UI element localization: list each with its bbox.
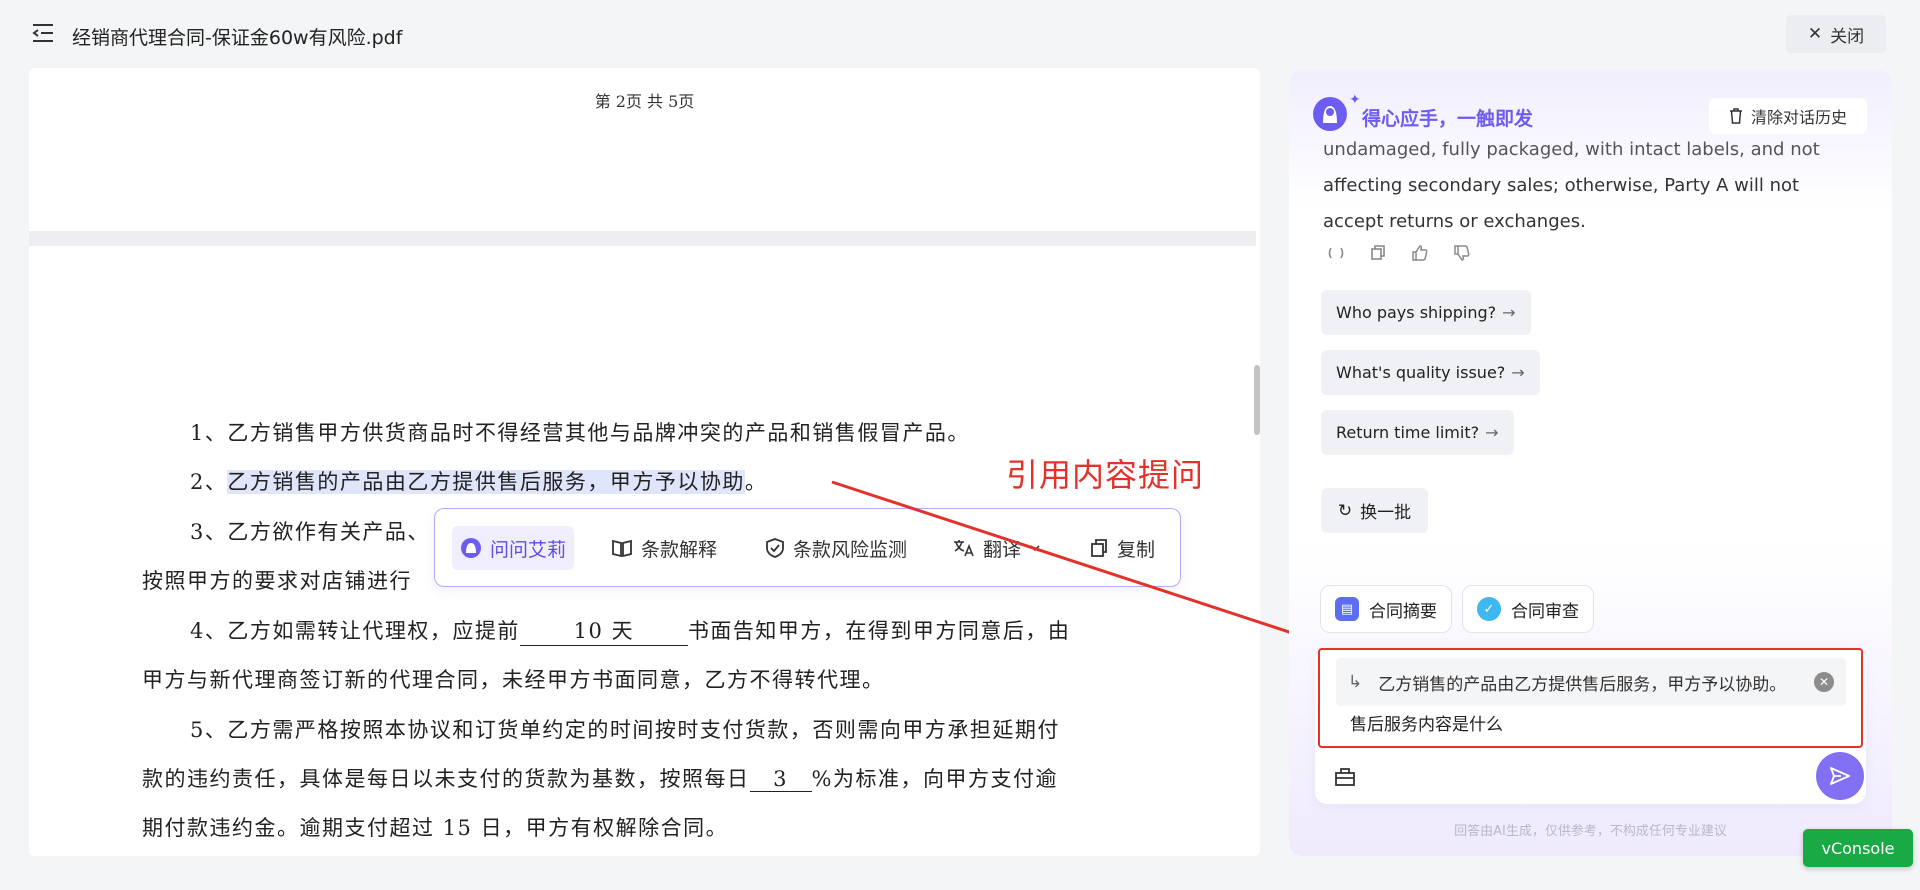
underlined-value: 3 — [749, 767, 812, 792]
contract-review-label: 合同审查 — [1511, 601, 1579, 622]
refresh-label: 换一批 — [1360, 503, 1412, 523]
clause-line: 2、乙方销售的产品由乙方提供售后服务，甲方予以协助。 — [190, 466, 767, 496]
suggestion-label: What's quality issue? — [1336, 363, 1506, 382]
suggestion-label: Return time limit? — [1336, 423, 1480, 442]
close-button[interactable]: ✕ 关闭 — [1786, 15, 1886, 53]
close-icon: ✕ — [1807, 24, 1823, 44]
clause-end: 。 — [744, 470, 768, 494]
clause-line: 按照甲方的要求对店铺进行 — [142, 569, 412, 593]
document-title: 经销商代理合同-保证金60w有风险.pdf — [72, 27, 403, 49]
refresh-suggestions-button[interactable]: ↻ 换一批 — [1321, 488, 1428, 533]
suggestion-chip[interactable]: Return time limit? → — [1321, 410, 1514, 455]
copy-icon[interactable] — [1369, 244, 1389, 264]
selected-text[interactable]: 乙方销售的产品由乙方提供售后服务，甲方予以协助 — [227, 470, 745, 494]
clause-risk-button[interactable]: 条款风险监测 — [757, 526, 915, 570]
vconsole-button[interactable]: vConsole — [1803, 829, 1913, 867]
menu-collapse-icon[interactable] — [31, 22, 55, 44]
chevron-down-icon — [1030, 545, 1040, 552]
clause-line: 3、乙方欲作有关产品、 — [190, 520, 430, 544]
clause-text: 书面告知甲方，在得到甲方同意后，由 — [687, 619, 1071, 643]
copy-button[interactable]: 复制 — [1081, 526, 1163, 570]
message-body: affecting secondary sales; otherwise, Pa… — [1323, 175, 1800, 232]
page-indicator: 第 2页 共 5页 — [594, 92, 695, 111]
clear-history-label: 清除对话历史 — [1750, 108, 1847, 127]
thumb-up-icon[interactable] — [1411, 244, 1431, 264]
ask-ai-button[interactable]: 问问艾莉 — [452, 526, 575, 570]
translate-label: 翻译 — [983, 538, 1022, 561]
assistant-message: undamaged, fully packaged, with intact l… — [1323, 132, 1863, 240]
quote-text: 乙方销售的产品由乙方提供售后服务，甲方予以协助。 — [1378, 674, 1787, 695]
copy-icon — [1091, 539, 1107, 557]
question-input[interactable]: 售后服务内容是什么 — [1350, 710, 1503, 735]
contract-summary-button[interactable]: ▤ 合同摘要 — [1320, 585, 1452, 633]
copy-label: 复制 — [1117, 538, 1156, 561]
clause-line: 4、乙方如需转让代理权，应提前 10 天书面告知甲方，在得到甲方同意后，由 — [190, 615, 1070, 646]
ask-ai-icon — [461, 538, 481, 558]
clause-line: 款的违约责任，具体是每日以未支付的货款为基数，按照每日 3 %为标准，向甲方支付逾 — [142, 763, 1058, 793]
clause-text: %为标准，向甲方支付逾 — [811, 767, 1058, 791]
review-icon: ✓ — [1477, 597, 1501, 621]
clause-line: 期付款违约金。逾期支付超过 15 日，甲方有权解除合同。 — [142, 816, 729, 840]
trash-icon — [1729, 108, 1742, 124]
contract-review-button[interactable]: ✓ 合同审查 — [1462, 585, 1594, 633]
clause-text: 4、乙方如需转让代理权，应提前 — [190, 619, 520, 643]
clause-line: 1、乙方销售甲方供货商品时不得经营其他与品牌冲突的产品和销售假冒产品。 — [190, 421, 970, 445]
assistant-slogan: 得心应手，一触即发 — [1362, 108, 1534, 130]
annotation-label: 引用内容提问 — [1006, 456, 1205, 494]
send-button[interactable] — [1816, 752, 1864, 800]
clause-explain-label: 条款解释 — [641, 538, 718, 561]
clause-line: 甲方与新代理商签订新的代理合同，未经甲方书面同意，乙方不得转代理。 — [142, 668, 885, 692]
thumb-down-icon[interactable] — [1453, 244, 1473, 264]
toolbox-icon[interactable] — [1333, 765, 1357, 789]
assistant-panel: undamaged, fully packaged, with intact l… — [1289, 70, 1892, 856]
page-separator — [29, 231, 1256, 246]
regenerate-icon[interactable] — [1327, 244, 1347, 264]
suggestion-chip[interactable]: Who pays shipping? → — [1321, 290, 1531, 335]
send-icon — [1830, 767, 1850, 785]
arrow-right-icon: → — [1502, 303, 1516, 322]
message-actions — [1327, 244, 1473, 264]
clear-history-button[interactable]: 清除对话历史 — [1709, 98, 1867, 134]
chat-input-box[interactable]: ↳ 乙方销售的产品由乙方提供售后服务，甲方予以协助。 ✕ 售后服务内容是什么 — [1315, 648, 1866, 804]
translate-button[interactable]: 翻译 — [945, 526, 1049, 570]
translate-icon — [954, 540, 974, 557]
ask-ai-label: 问问艾莉 — [490, 538, 567, 561]
quoted-content: ↳ 乙方销售的产品由乙方提供售后服务，甲方予以协助。 ✕ — [1336, 658, 1846, 706]
clause-explain-button[interactable]: 条款解释 — [603, 526, 725, 570]
selection-toolbar: 问问艾莉 条款解释 条款风险监测 翻译 复制 — [434, 508, 1181, 587]
clause-number: 2、 — [190, 470, 228, 494]
book-icon — [612, 539, 632, 558]
clause-line: 5、乙方需严格按照本协议和订货单约定的时间按时支付货款，否则需向甲方承担延期付 — [190, 718, 1060, 742]
refresh-icon: ↻ — [1337, 500, 1353, 521]
scrollbar-thumb[interactable] — [1254, 365, 1260, 435]
clause-risk-label: 条款风险监测 — [793, 538, 908, 561]
arrow-right-icon: → — [1485, 423, 1499, 442]
top-bar: 经销商代理合同-保证金60w有风险.pdf ✕ 关闭 — [0, 0, 1920, 70]
assistant-header: ✦ 得心应手，一触即发 清除对话历史 — [1289, 70, 1892, 140]
quote-highlight-frame: ↳ 乙方销售的产品由乙方提供售后服务，甲方予以协助。 ✕ 售后服务内容是什么 — [1318, 648, 1863, 748]
ai-disclaimer: 回答由AI生成，仅供参考，不构成任何专业建议 — [1454, 824, 1727, 839]
book-icon: ▤ — [1335, 597, 1359, 621]
quote-arrow-icon: ↳ — [1348, 672, 1363, 692]
remove-quote-icon[interactable]: ✕ — [1814, 672, 1834, 692]
underlined-value: 10 天 — [519, 615, 688, 646]
contract-summary-label: 合同摘要 — [1369, 601, 1437, 622]
suggestion-label: Who pays shipping? — [1336, 303, 1497, 322]
suggestion-chip[interactable]: What's quality issue? → — [1321, 350, 1540, 395]
clause-text: 款的违约责任，具体是每日以未支付的货款为基数，按照每日 — [142, 767, 750, 791]
sparkle-icon: ✦ — [1349, 92, 1361, 108]
assistant-avatar-icon — [1313, 97, 1347, 131]
close-label: 关闭 — [1830, 26, 1865, 47]
arrow-right-icon: → — [1511, 363, 1525, 382]
shield-check-icon — [766, 538, 784, 558]
